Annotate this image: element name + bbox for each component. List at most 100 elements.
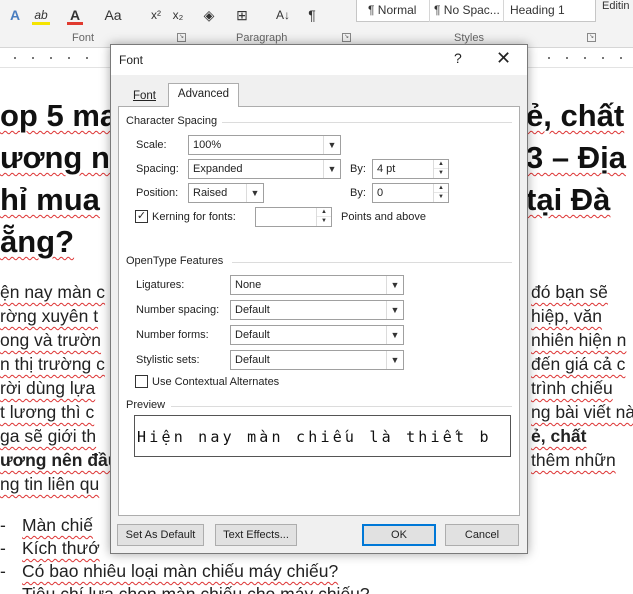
borders-icon[interactable]: ⊞ [231, 4, 253, 26]
paragraph-group-label: Paragraph [236, 32, 288, 44]
number-spacing-combo[interactable]: Default ▼ [230, 300, 404, 320]
spin-down-icon[interactable]: ▼ [434, 169, 448, 178]
body-line: ng bài viết nà [531, 402, 633, 422]
scale-label: Scale: [136, 139, 167, 151]
body-line: hiệp, văn [531, 306, 603, 326]
dialog-titlebar[interactable]: Font ? ✕ [111, 45, 527, 75]
number-forms-value: Default [235, 329, 270, 341]
body-line: rời dùng lựa [0, 378, 96, 398]
sort-icon[interactable]: A↓ [273, 4, 293, 26]
bullet-item: Kích thướ [22, 538, 100, 558]
editing-label[interactable]: Editin [602, 0, 630, 12]
body-line: đến giá cả c [531, 354, 626, 374]
spin-down-icon[interactable]: ▼ [434, 193, 448, 202]
body-line: t lương thì c [0, 402, 95, 422]
bullet-item: Có bao nhiêu loại màn chiếu máy chiếu? [22, 561, 339, 581]
number-forms-label: Number forms: [136, 329, 209, 341]
body-line: rờng xuyên t [0, 306, 99, 326]
body-line: đó bạn sẽ [531, 282, 608, 302]
kerning-checkbox[interactable]: ✓ [135, 210, 148, 223]
highlight-color-bar [32, 22, 50, 25]
superscript-icon[interactable]: x² [146, 4, 166, 26]
ruler-tick [68, 57, 70, 59]
body-line: nhiên hiện n [531, 330, 627, 350]
body-line: thêm nhữn [531, 450, 616, 470]
chevron-down-icon[interactable]: ▼ [386, 301, 403, 319]
bullet-item: Tiêu chí lựa chọn màn chiếu cho máy chiế… [22, 584, 370, 594]
style-no-spacing[interactable]: ¶ No Spac... [431, 1, 500, 21]
number-spacing-value: Default [235, 304, 270, 316]
scale-combo[interactable]: 100% ▼ [188, 135, 341, 155]
styles-group-launcher[interactable]: ↘ [587, 33, 596, 42]
bullet-marker: - [0, 515, 6, 535]
scale-value: 100% [193, 139, 222, 151]
paragraph-group-launcher[interactable]: ↘ [342, 33, 351, 42]
style-heading-1[interactable]: Heading 1 [507, 1, 565, 21]
ligatures-combo[interactable]: None ▼ [230, 275, 404, 295]
heading-line: hỉ mua [0, 182, 100, 217]
bullet-marker: - [0, 561, 6, 581]
body-line: ong và trườn [0, 330, 102, 350]
show-formatting-icon[interactable]: ¶ [304, 4, 320, 26]
tab-advanced[interactable]: Advanced [168, 83, 239, 107]
position-combo[interactable]: Raised ▼ [188, 183, 264, 203]
style-normal[interactable]: ¶ Normal [365, 1, 416, 21]
spacing-combo[interactable]: Expanded ▼ [188, 159, 341, 179]
bullet-item: Màn chiế [22, 515, 94, 535]
stylistic-sets-combo[interactable]: Default ▼ [230, 350, 404, 370]
font-group-launcher[interactable]: ↘ [177, 33, 186, 42]
contextual-alternates-checkbox[interactable] [135, 375, 148, 388]
change-case-icon[interactable]: Aa [100, 4, 126, 26]
text-effects-icon[interactable]: A [4, 4, 26, 26]
text-effects-button[interactable]: Text Effects... [215, 524, 297, 546]
dialog-title: Font [119, 53, 144, 67]
styles-group-label: Styles [454, 32, 484, 44]
chevron-down-icon[interactable]: ▼ [386, 351, 403, 369]
ok-button[interactable]: OK [362, 524, 436, 546]
close-icon[interactable]: ✕ [496, 48, 511, 69]
chevron-down-icon[interactable]: ▼ [386, 326, 403, 344]
kerning-spinner[interactable]: ▲ ▼ [255, 207, 332, 227]
body-line: trình chiếu [531, 378, 613, 398]
spin-down-icon[interactable]: ▼ [317, 217, 331, 226]
spacing-value: Expanded [193, 163, 243, 175]
style-separator [429, 0, 430, 22]
contextual-alternates-label: Use Contextual Alternates [152, 376, 280, 388]
heading-line: ẻ, chất [526, 98, 625, 133]
cancel-button[interactable]: Cancel [445, 524, 519, 546]
position-by-spinner[interactable]: 0 ▲ ▼ [372, 183, 449, 203]
chevron-down-icon[interactable]: ▼ [246, 184, 263, 202]
body-line: n thị trường c [0, 354, 105, 374]
bullet-marker: - [0, 538, 6, 558]
chevron-down-icon[interactable]: ▼ [386, 276, 403, 294]
spinner-buttons: ▲ ▼ [433, 184, 448, 202]
number-forms-combo[interactable]: Default ▼ [230, 325, 404, 345]
subscript-icon[interactable]: x₂ [168, 4, 188, 26]
body-line: ương nên đầu [0, 450, 119, 470]
bullet-marker: - [0, 584, 6, 594]
heading-line: tại Đà [526, 182, 611, 217]
spin-up-icon[interactable]: ▲ [317, 208, 331, 217]
shading-icon[interactable]: ◈ [198, 4, 220, 26]
kerning-label: Kerning for fonts: [152, 211, 236, 223]
preview-heading: Preview [126, 399, 166, 411]
ruler-tick [566, 57, 568, 59]
spin-up-icon[interactable]: ▲ [434, 160, 448, 169]
spacing-by-spinner[interactable]: 4 pt ▲ ▼ [372, 159, 449, 179]
spin-up-icon[interactable]: ▲ [434, 184, 448, 193]
help-icon[interactable]: ? [454, 50, 462, 66]
heading-line: ương nê [0, 140, 128, 175]
preview-text: Hiện nay màn chiếu là thiết b [137, 428, 492, 446]
body-line: ga sẽ giới th [0, 426, 97, 446]
points-and-above-label: Points and above [341, 211, 427, 223]
chevron-down-icon[interactable]: ▼ [323, 136, 340, 154]
spacing-by-value: 4 pt [377, 163, 396, 175]
chevron-down-icon[interactable]: ▼ [323, 160, 340, 178]
font-group-label: Font [72, 32, 95, 44]
tab-font[interactable]: Font [121, 86, 168, 108]
preview-box: Hiện nay màn chiếu là thiết b [134, 415, 511, 457]
set-as-default-button[interactable]: Set As Default [117, 524, 204, 546]
spinner-buttons: ▲ ▼ [316, 208, 331, 226]
styles-gallery: ¶ Normal ¶ No Spac... Heading 1 [356, 0, 596, 22]
position-label: Position: [136, 187, 179, 199]
